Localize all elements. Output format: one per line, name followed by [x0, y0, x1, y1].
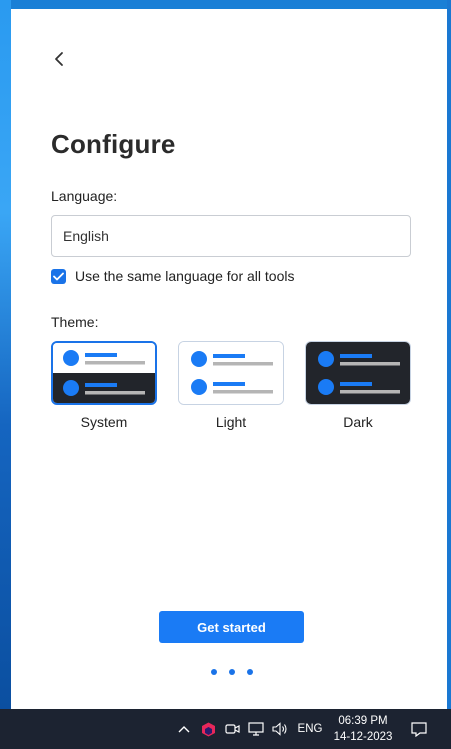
configure-window: Configure Language: Use the same languag…: [11, 9, 447, 709]
chevron-up-icon: [178, 726, 190, 733]
camera-button[interactable]: [222, 709, 242, 749]
theme-preview-graphic: [53, 343, 155, 403]
same-language-checkbox[interactable]: Use the same language for all tools: [51, 268, 294, 284]
theme-caption-system: System: [80, 414, 128, 430]
volume-icon: [271, 722, 287, 736]
app-tray-icon: [201, 722, 215, 736]
network-icon: [248, 722, 264, 736]
camera-icon: [224, 724, 240, 734]
theme-preview-dark[interactable]: [305, 341, 411, 405]
input-language-button[interactable]: ENG: [296, 709, 324, 749]
input-language-indicator: ENG: [297, 723, 323, 735]
clock-date: 14-12-2023: [333, 731, 393, 743]
clock-time: 06:39 PM: [338, 715, 388, 727]
checkbox-checked[interactable]: [51, 268, 66, 284]
desktop-background: [0, 0, 11, 709]
back-button[interactable]: [47, 47, 71, 71]
theme-option-system[interactable]: System: [51, 341, 157, 430]
taskbar: ENG 06:39 PM 14-12-2023: [0, 709, 451, 749]
theme-preview-graphic: [306, 342, 410, 404]
theme-caption-dark: Dark: [343, 414, 373, 430]
notification-center-button[interactable]: [408, 709, 430, 749]
theme-caption-light: Light: [215, 414, 247, 430]
pagination-dot: [211, 669, 217, 675]
theme-option-dark[interactable]: Dark: [305, 341, 411, 430]
network-button[interactable]: [246, 709, 266, 749]
back-arrow-icon: [55, 52, 63, 66]
desktop-background-right: [447, 0, 451, 709]
show-hidden-icons-button[interactable]: [175, 709, 193, 749]
same-language-label: Use the same language for all tools: [75, 268, 295, 284]
tray-app-button[interactable]: [198, 709, 218, 749]
theme-label: Theme:: [51, 314, 99, 330]
language-input[interactable]: [51, 215, 411, 257]
pagination-dots: [211, 669, 253, 675]
page-title: Configure: [51, 129, 176, 159]
notification-icon: [411, 721, 427, 737]
check-icon: [53, 272, 64, 280]
theme-preview-graphic: [179, 342, 283, 404]
theme-preview-light[interactable]: [178, 341, 284, 405]
clock-button[interactable]: 06:39 PM 14-12-2023: [326, 713, 400, 745]
system-tray: ENG 06:39 PM 14-12-2023: [0, 709, 451, 749]
volume-button[interactable]: [270, 709, 290, 749]
pagination-dot: [229, 669, 235, 675]
get-started-button[interactable]: Get started: [159, 611, 304, 643]
pagination-dot: [247, 669, 253, 675]
language-label: Language:: [51, 188, 118, 204]
theme-preview-system[interactable]: [51, 341, 157, 405]
theme-option-light[interactable]: Light: [178, 341, 284, 430]
